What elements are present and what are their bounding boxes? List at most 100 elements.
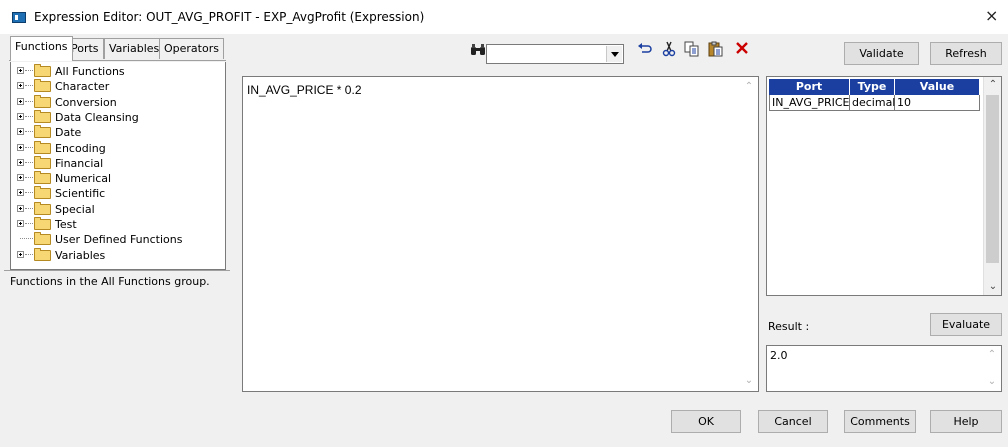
expand-plus-icon[interactable]	[17, 82, 24, 90]
undo-glyph	[638, 43, 652, 53]
expand-plus-icon[interactable]	[17, 143, 24, 151]
value-cell[interactable]: 10	[895, 95, 980, 111]
folder-icon	[34, 109, 51, 123]
scroll-down-icon[interactable]: ⌄	[984, 374, 1000, 390]
scroll-down-icon[interactable]: ⌄	[741, 373, 757, 389]
tree-item-label: Financial	[55, 156, 104, 170]
tree-item-label: Test	[55, 218, 77, 231]
tree-item[interactable]: User Defined Functions	[11, 232, 223, 247]
tree-item[interactable]: Data Cleansing	[11, 109, 223, 125]
result-field[interactable]: 2.0 ⌃ ⌄	[766, 345, 1002, 392]
scroll-down-icon[interactable]: ⌄	[985, 279, 1001, 295]
help-button[interactable]: Help	[930, 410, 1002, 433]
description-divider	[4, 270, 230, 271]
evaluate-button[interactable]: Evaluate	[930, 313, 1002, 336]
port-value-grid[interactable]: Port Type Value IN_AVG_PRICE decimal 10 …	[766, 76, 1002, 296]
delete-icon[interactable]	[733, 41, 751, 59]
expand-plus-icon[interactable]	[17, 112, 24, 120]
port-column-header[interactable]: Port	[769, 79, 850, 95]
expand-plus-icon[interactable]	[17, 204, 24, 212]
tree-item[interactable]: Financial	[11, 155, 223, 171]
app-icon	[12, 12, 26, 23]
expand-plus-icon[interactable]	[17, 67, 24, 74]
expand-plus-icon[interactable]	[17, 189, 24, 197]
undo-icon[interactable]	[636, 41, 654, 59]
tree-item[interactable]: Variables	[11, 247, 223, 263]
tree-item[interactable]: Character	[11, 79, 223, 94]
x-glyph	[736, 42, 748, 54]
tree-connector	[25, 100, 33, 102]
tree-item[interactable]: Encoding	[11, 140, 223, 156]
comments-button[interactable]: Comments	[844, 410, 916, 433]
tree-connector	[25, 161, 33, 163]
scroll-up-icon[interactable]: ⌃	[984, 347, 1000, 363]
result-label: Result :	[768, 320, 810, 333]
tree-item[interactable]: All Functions	[11, 64, 223, 79]
tree-item-label: Variables	[55, 248, 106, 262]
binoculars-icon[interactable]	[470, 43, 486, 57]
tree-item-label: Special	[55, 202, 95, 216]
tree-connector	[25, 223, 33, 224]
folder-icon	[34, 125, 51, 139]
tree-item-label: Numerical	[55, 172, 112, 186]
port-cell: IN_AVG_PRICE	[769, 95, 850, 111]
folder-icon	[34, 232, 51, 246]
expand-plus-icon[interactable]	[17, 97, 24, 105]
paste-icon[interactable]	[707, 41, 725, 59]
cut-icon[interactable]	[660, 41, 678, 59]
expression-editor[interactable]: IN_AVG_PRICE * 0.2 ⌃ ⌄	[242, 76, 759, 392]
tree-connector	[25, 207, 33, 209]
tree-item[interactable]: Conversion	[11, 94, 223, 110]
scroll-up-icon[interactable]: ⌃	[985, 77, 1001, 93]
window-title: Expression Editor: OUT_AVG_PROFIT - EXP_…	[34, 10, 425, 24]
tree-item-label: Character	[55, 80, 110, 94]
cancel-button[interactable]: Cancel	[758, 410, 828, 433]
expand-plus-icon[interactable]	[17, 128, 24, 136]
expand-plus-icon[interactable]	[17, 158, 24, 166]
search-combo[interactable]	[486, 44, 624, 64]
port-grid-scrollbar[interactable]: ⌃ ⌄	[983, 77, 1001, 295]
value-column-header[interactable]: Value	[895, 79, 980, 95]
refresh-button[interactable]: Refresh	[930, 42, 1002, 65]
folder-icon	[34, 64, 51, 77]
chevron-down-icon[interactable]	[606, 46, 622, 62]
expand-plus-icon[interactable]	[17, 174, 24, 182]
folder-icon	[34, 201, 51, 215]
type-column-header[interactable]: Type	[850, 79, 895, 95]
tab-functions[interactable]: Functions	[10, 36, 73, 61]
function-tree[interactable]: All Functions Character Conversion Data Cle…	[10, 62, 226, 270]
type-cell: decimal	[850, 95, 896, 111]
tree-connector	[25, 85, 33, 87]
folder-icon	[34, 186, 51, 200]
tree-connector	[25, 253, 33, 255]
copy-icon[interactable]	[683, 41, 701, 59]
expand-plus-icon[interactable]	[17, 250, 24, 258]
validate-button[interactable]: Validate	[844, 42, 919, 65]
tree-item-label: Encoding	[55, 141, 106, 155]
folder-icon	[34, 247, 51, 261]
folder-icon	[34, 140, 51, 154]
clipboard-glyph	[708, 41, 723, 57]
tree-item-label: All Functions	[55, 65, 125, 78]
expand-plus-icon[interactable]	[17, 220, 24, 227]
tree-item-label: Data Cleansing	[55, 110, 139, 124]
scroll-thumb[interactable]	[986, 95, 999, 263]
tab-variables[interactable]: Variables	[104, 38, 165, 59]
tree-item[interactable]: Date	[11, 125, 223, 140]
tab-operators[interactable]: Operators	[159, 38, 224, 59]
tree-item-label: Conversion	[55, 95, 117, 109]
tree-connector	[25, 177, 33, 179]
folder-icon	[34, 94, 51, 108]
tree-item[interactable]: Special	[11, 201, 223, 217]
expression-text: IN_AVG_PRICE * 0.2	[247, 83, 362, 97]
folder-icon	[34, 155, 51, 169]
tree-item[interactable]: Test	[11, 217, 223, 232]
ok-button[interactable]: OK	[671, 410, 741, 433]
scroll-up-icon[interactable]: ⌃	[741, 79, 757, 95]
folder-icon	[34, 79, 51, 93]
tree-item[interactable]: Scientific	[11, 186, 223, 201]
tree-connector	[25, 131, 33, 133]
folder-icon	[34, 217, 51, 230]
close-icon[interactable]: ×	[985, 6, 998, 26]
tree-item[interactable]: Numerical	[11, 171, 223, 186]
